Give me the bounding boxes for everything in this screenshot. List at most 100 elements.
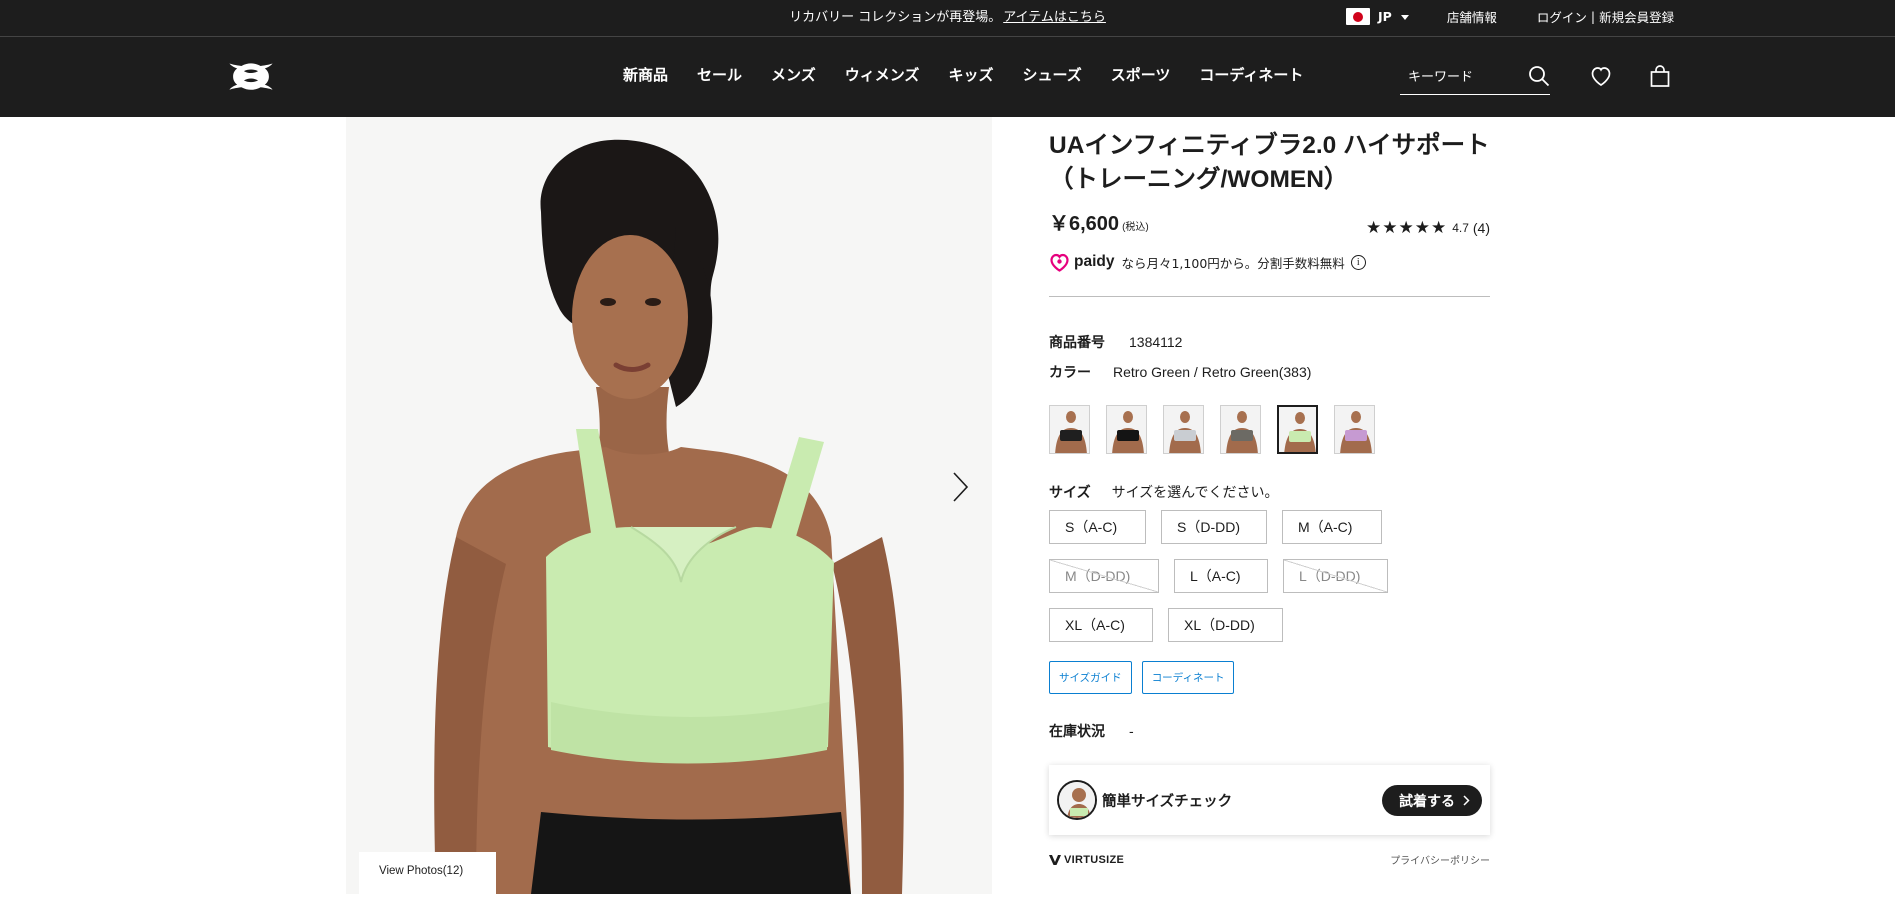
tax-note: (税込) [1122, 222, 1149, 233]
paidy-logo-icon [1050, 253, 1069, 272]
nav-sale[interactable]: セール [697, 64, 742, 85]
color-swatch-black-light[interactable] [1049, 405, 1090, 454]
privacy-policy-link[interactable]: プライバシーポリシー [1390, 852, 1490, 867]
announcement-link[interactable]: アイテムはこちら [1003, 10, 1106, 25]
utility-links: JP 店舗情報 ログイン | 新規会員登録 [1346, 7, 1674, 26]
nav-new[interactable]: 新商品 [623, 64, 668, 85]
product-photo[interactable] [346, 117, 992, 894]
coordinate-button[interactable]: コーディネート [1141, 661, 1235, 694]
color-value: Retro Green / Retro Green(383) [1113, 364, 1312, 380]
size-prompt: サイズを選んでください。 [1111, 484, 1279, 500]
try-on-label: 試着する [1399, 793, 1455, 810]
swatch-model-image [1164, 406, 1203, 453]
product-details: UAインフィニティブラ2.0 ハイサポート （トレーニング/WOMEN） ￥6,… [1049, 117, 1490, 867]
country-selector[interactable]: JP [1378, 9, 1409, 24]
sku-value: 1384112 [1129, 334, 1183, 350]
nav-womens[interactable]: ウィメンズ [845, 64, 920, 85]
product-meta: 商品番号 1384112 カラー Retro Green / Retro Green… [1049, 327, 1490, 387]
virtusize-logo: VIRTUSIZE [1049, 854, 1124, 866]
color-swatch-light-gray[interactable] [1163, 405, 1204, 454]
star-icon: ★ [1365, 218, 1382, 237]
rating-value: 4.7 [1452, 220, 1469, 235]
color-swatch-retro-green[interactable] [1277, 405, 1318, 454]
view-photos-button[interactable]: View Photos(12) [359, 852, 496, 894]
search-input[interactable] [1400, 63, 1520, 91]
login-link[interactable]: ログイン [1537, 7, 1587, 26]
site-header: 新商品 セール メンズ ウィメンズ キッズ シューズ スポーツ コーディネート [0, 37, 1895, 117]
nav-shoes[interactable]: シューズ [1022, 64, 1081, 85]
search-icon[interactable] [1528, 65, 1550, 87]
size-guide-button[interactable]: サイズガイド [1049, 661, 1132, 694]
size-option[interactable]: XL（D-DD) [1168, 608, 1283, 642]
virtusize-avatar [1057, 780, 1097, 820]
stock-label: 在庫状況 [1049, 723, 1105, 739]
country-label: JP [1378, 9, 1392, 24]
color-swatches [1049, 405, 1490, 454]
swatch-model-image [1050, 406, 1089, 453]
size-option-unavailable[interactable]: M（D-DD) [1049, 559, 1159, 593]
rating-count[interactable]: (4) [1473, 220, 1490, 236]
register-link[interactable]: 新規会員登録 [1599, 7, 1674, 26]
size-links: サイズガイド コーディネート [1049, 661, 1490, 694]
swatch-model-image [1221, 406, 1260, 453]
price-value: ￥6,600 [1049, 213, 1120, 235]
virtusize-widget: 簡単サイズチェック 試着する [1049, 765, 1490, 835]
wishlist-heart-icon[interactable] [1589, 64, 1613, 88]
size-option[interactable]: S（D-DD) [1161, 510, 1267, 544]
size-option[interactable]: M（A-C) [1282, 510, 1382, 544]
japan-flag-icon [1346, 8, 1370, 25]
color-row: カラー Retro Green / Retro Green(383) [1049, 357, 1490, 387]
color-swatch-taupe[interactable] [1220, 405, 1261, 454]
chevron-right-icon [1463, 795, 1470, 806]
search-box [1400, 63, 1550, 95]
divider [1049, 296, 1490, 297]
nav-coordinate[interactable]: コーディネート [1199, 64, 1303, 85]
try-on-button[interactable]: 試着する [1382, 785, 1482, 816]
rating[interactable]: ★ ★ ★ ★ ★ 4.7 (4) [1366, 219, 1490, 236]
store-info-link[interactable]: 店舗情報 [1447, 7, 1497, 26]
swatch-model-image [1107, 406, 1146, 453]
star-icon: ★ [1430, 218, 1447, 237]
product-model-illustration [346, 117, 992, 894]
virtusize-label: 簡単サイズチェック [1102, 793, 1233, 810]
star-icon: ★ [1382, 218, 1398, 237]
price-rating-row: ￥6,600 (税込) ★ ★ ★ ★ ★ 4.7 (4) [1049, 210, 1490, 236]
announcement-text: リカバリー コレクションが再登場。 [789, 10, 1002, 25]
virtusize-mark-icon [1049, 854, 1061, 865]
size-label: サイズ サイズを選んでください。 [1049, 482, 1490, 502]
color-swatch-black[interactable] [1106, 405, 1147, 454]
size-option[interactable]: XL（A-C) [1049, 608, 1153, 642]
rating-stars: ★ ★ ★ ★ ★ [1366, 219, 1446, 236]
size-option-unavailable[interactable]: L（D-DD) [1283, 559, 1388, 593]
product-title-line1: UAインフィニティブラ2.0 ハイサポート [1049, 132, 1490, 159]
product-title: UAインフィニティブラ2.0 ハイサポート （トレーニング/WOMEN） [1049, 129, 1490, 197]
paidy-banner: paidy なら月々1,100円から。分割手数料無料 i [1049, 251, 1490, 273]
size-option[interactable]: L（A-C) [1174, 559, 1268, 593]
virtusize-footer: VIRTUSIZE プライバシーポリシー [1049, 852, 1490, 867]
price: ￥6,600 (税込) [1049, 207, 1149, 236]
swatch-model-image [1279, 407, 1316, 452]
product-title-line2: （トレーニング/WOMEN） [1049, 166, 1349, 193]
next-image-arrow-icon[interactable] [948, 470, 972, 504]
stock-value: - [1129, 723, 1134, 739]
under-armour-logo-icon[interactable] [229, 63, 273, 90]
nav-sports[interactable]: スポーツ [1111, 64, 1171, 85]
announcement-bar: リカバリー コレクションが再登場。 アイテムはこちら JP 店舗情報 ログイン |… [0, 0, 1895, 37]
sku-row: 商品番号 1384112 [1049, 327, 1490, 357]
sku-label: 商品番号 [1049, 334, 1105, 350]
size-option[interactable]: S（A-C) [1049, 510, 1146, 544]
nav-kids[interactable]: キッズ [948, 64, 993, 85]
main-nav: 新商品 セール メンズ ウィメンズ キッズ シューズ スポーツ コーディネート [623, 64, 1332, 85]
info-icon[interactable]: i [1350, 254, 1366, 270]
nav-mens[interactable]: メンズ [771, 64, 816, 85]
stock-status: 在庫状況 - [1049, 721, 1490, 741]
separator: | [1590, 9, 1596, 24]
color-swatch-lavender[interactable] [1334, 405, 1375, 454]
swatch-model-image [1335, 406, 1374, 453]
paidy-text: なら月々1,100円から。分割手数料無料 [1121, 255, 1345, 271]
paidy-wordmark: paidy [1074, 253, 1115, 270]
size-heading: サイズ [1049, 484, 1091, 500]
size-options: S（A-C) S（D-DD) M（A-C) M（D-DD) L（A-C) L（D… [1049, 510, 1490, 657]
shopping-bag-icon[interactable] [1649, 64, 1671, 88]
star-icon: ★ [1414, 218, 1430, 237]
